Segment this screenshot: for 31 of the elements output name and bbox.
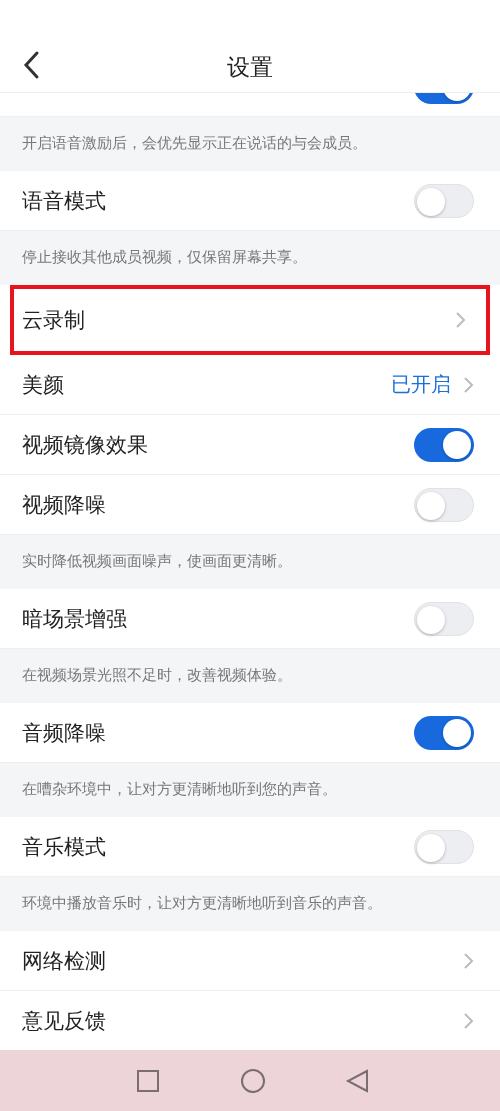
setting-link[interactable]: 云录制 [22, 306, 85, 334]
recent-apps-icon[interactable] [134, 1067, 161, 1094]
chevron-right-icon [455, 311, 466, 329]
setting-link[interactable]: 美颜 [22, 370, 64, 399]
toggle-switch[interactable] [414, 183, 474, 218]
chevron-right-icon [463, 951, 474, 970]
hint-text: 实时降低视频画面噪声，使画面更清晰。 [22, 552, 292, 570]
setting-label: 视频镜像效果 [22, 431, 148, 459]
page-title: 设置 [227, 53, 273, 80]
back-icon[interactable] [22, 50, 40, 80]
setting-label: 暗场景增强 [22, 605, 127, 633]
toggle-switch[interactable] [414, 427, 474, 462]
hint-text: 在嘈杂环境中，让对方更清晰地听到您的声音。 [22, 780, 337, 798]
toggle-switch[interactable] [414, 487, 474, 522]
setting-link[interactable]: 网络检测 [22, 946, 106, 975]
chevron-right-icon [463, 1011, 474, 1030]
setting-label: 音频降噪 [22, 719, 106, 747]
chevron-right-icon [463, 375, 474, 394]
hint-text: 停止接收其他成员视频，仅保留屏幕共享。 [22, 248, 307, 266]
toggle-switch[interactable] [414, 829, 474, 864]
setting-link[interactable]: 意见反馈 [22, 1006, 106, 1035]
home-icon[interactable] [239, 1067, 266, 1094]
toggle-switch[interactable] [414, 715, 474, 750]
hint-text: 环境中播放音乐时，让对方更清晰地听到音乐的声音。 [22, 894, 382, 912]
hint-text: 开启语音激励后，会优先显示正在说话的与会成员。 [22, 134, 367, 152]
hint-text: 在视频场景光照不足时，改善视频体验。 [22, 666, 292, 684]
setting-label: 视频降噪 [22, 491, 106, 519]
toggle-switch[interactable] [414, 601, 474, 636]
setting-label: 语音模式 [22, 187, 106, 215]
setting-label: 音乐模式 [22, 833, 106, 861]
setting-value: 已开启 [391, 371, 451, 398]
